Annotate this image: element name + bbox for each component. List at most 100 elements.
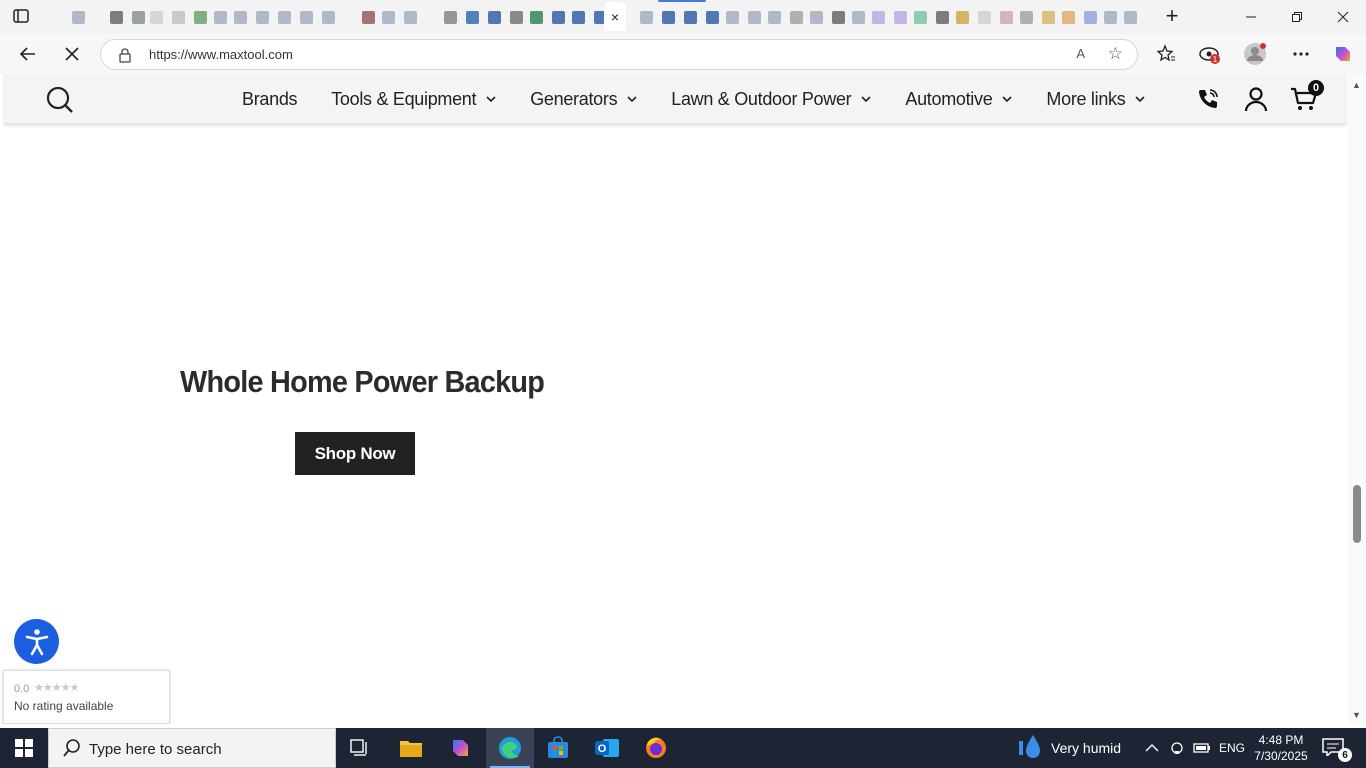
firefox-icon[interactable]	[632, 728, 680, 768]
browser-tab[interactable]	[318, 5, 338, 29]
address-bar[interactable]: https://www.maxtool.com A ☆	[100, 39, 1138, 70]
browser-tab[interactable]	[658, 5, 678, 29]
file-explorer-icon[interactable]	[387, 728, 435, 768]
search-icon[interactable]	[46, 86, 74, 114]
nav-item-lawn-outdoor-power[interactable]: Lawn & Outdoor Power	[671, 89, 871, 110]
task-view-icon[interactable]	[336, 728, 384, 768]
browser-tab[interactable]	[764, 5, 784, 29]
browser-tab[interactable]	[702, 5, 722, 29]
browser-tab[interactable]	[484, 5, 504, 29]
browser-tab[interactable]	[744, 5, 764, 29]
browser-tab[interactable]	[526, 5, 546, 29]
nav-item-tools-equipment[interactable]: Tools & Equipment	[331, 89, 496, 110]
browser-tab[interactable]	[548, 5, 568, 29]
browser-tab[interactable]	[146, 5, 166, 29]
account-icon[interactable]	[1242, 85, 1270, 113]
scrollbar-thumb[interactable]	[1353, 485, 1361, 543]
profile-avatar[interactable]	[1243, 42, 1267, 66]
favorite-star-icon[interactable]: ☆	[1108, 44, 1123, 64]
microsoft-store-icon[interactable]	[534, 728, 582, 768]
browser-tab[interactable]	[786, 5, 806, 29]
browser-tab[interactable]	[568, 5, 588, 29]
browser-tab[interactable]	[1100, 5, 1120, 29]
browser-tab[interactable]	[252, 5, 272, 29]
browser-tab[interactable]	[974, 5, 994, 29]
lock-icon[interactable]	[117, 47, 133, 63]
browser-tab[interactable]	[1038, 5, 1058, 29]
browser-tab[interactable]	[378, 5, 398, 29]
browser-tab[interactable]	[932, 5, 952, 29]
browser-tab[interactable]	[806, 5, 826, 29]
copilot-icon[interactable]	[1331, 42, 1355, 66]
scroll-down-icon[interactable]: ▼	[1352, 710, 1361, 720]
notification-center-icon[interactable]: 6	[1322, 738, 1352, 762]
nav-item-generators[interactable]: Generators	[530, 89, 637, 110]
close-window-icon[interactable]	[1320, 0, 1366, 34]
close-tab-icon[interactable]: ×	[611, 9, 619, 25]
browser-tab[interactable]	[68, 5, 88, 29]
browser-tab[interactable]	[1058, 5, 1078, 29]
active-browser-tab[interactable]: ×	[604, 2, 626, 31]
browser-tab[interactable]	[274, 5, 294, 29]
rating-widget[interactable]: 0.0 ★★★★★ No rating available	[3, 670, 170, 724]
browser-tab[interactable]	[828, 5, 848, 29]
browser-tab[interactable]	[168, 5, 188, 29]
weather-widget[interactable]: Very humid	[1017, 728, 1121, 768]
browser-tab[interactable]	[890, 5, 910, 29]
nav-item-brands[interactable]: Brands	[242, 89, 298, 110]
restore-icon[interactable]	[1274, 0, 1320, 34]
page-scrollbar[interactable]: ▲ ▼	[1348, 74, 1366, 724]
accessibility-icon[interactable]	[14, 619, 59, 664]
browser-tab[interactable]	[680, 5, 700, 29]
browser-tab[interactable]	[506, 5, 526, 29]
browser-tab[interactable]	[106, 5, 126, 29]
stop-loading-icon[interactable]	[60, 42, 84, 66]
outlook-icon[interactable]: O	[583, 728, 631, 768]
browser-tab[interactable]	[996, 5, 1016, 29]
browser-tab[interactable]	[190, 5, 210, 29]
scroll-up-icon[interactable]: ▲	[1352, 80, 1361, 90]
clock[interactable]: 4:48 PM 7/30/2025	[1250, 732, 1312, 764]
browser-tab[interactable]	[1120, 5, 1140, 29]
browser-tab[interactable]	[1080, 5, 1100, 29]
tab-actions-icon[interactable]	[12, 7, 36, 27]
favorites-icon[interactable]	[1154, 42, 1178, 66]
extensions-icon[interactable]: 1	[1198, 42, 1222, 66]
read-aloud-icon[interactable]: A	[1076, 46, 1085, 61]
browser-tab[interactable]	[128, 5, 148, 29]
cart-icon[interactable]: 0	[1290, 80, 1324, 113]
shop-now-button[interactable]: Shop Now	[295, 432, 415, 475]
show-hidden-icons-icon[interactable]	[1145, 728, 1159, 768]
browser-tab[interactable]	[952, 5, 972, 29]
browser-tab[interactable]	[358, 5, 378, 29]
browser-tab[interactable]	[462, 5, 482, 29]
meet-now-icon[interactable]	[1169, 728, 1185, 768]
browser-tab[interactable]	[722, 5, 742, 29]
browser-tab[interactable]	[400, 5, 420, 29]
back-icon[interactable]	[16, 42, 40, 66]
browser-tab[interactable]	[296, 5, 316, 29]
browser-tab[interactable]	[210, 5, 230, 29]
more-options-icon[interactable]	[1289, 42, 1313, 66]
copilot-app-icon[interactable]	[436, 728, 484, 768]
language-indicator[interactable]: ENG	[1219, 728, 1245, 768]
nav-item-automotive[interactable]: Automotive	[905, 89, 1012, 110]
new-tab-button[interactable]: +	[1161, 5, 1183, 28]
browser-tab[interactable]	[230, 5, 250, 29]
browser-tab[interactable]	[636, 5, 656, 29]
windows-start-icon[interactable]	[0, 728, 48, 768]
browser-tab[interactable]	[868, 5, 888, 29]
nav-item-more-links[interactable]: More links	[1046, 89, 1146, 110]
battery-icon[interactable]	[1193, 728, 1211, 768]
url-text[interactable]: https://www.maxtool.com	[149, 47, 293, 62]
browser-tab[interactable]	[848, 5, 868, 29]
browser-tab[interactable]	[440, 5, 460, 29]
tab-favicon-icon	[171, 10, 185, 24]
edge-browser-icon[interactable]	[486, 728, 534, 768]
browser-tab[interactable]	[1016, 5, 1036, 29]
taskbar-search[interactable]: Type here to search	[48, 728, 336, 768]
tab-favicon-icon	[977, 10, 991, 24]
minimize-icon[interactable]	[1228, 0, 1274, 34]
phone-icon[interactable]	[1194, 85, 1222, 113]
browser-tab[interactable]	[910, 5, 930, 29]
